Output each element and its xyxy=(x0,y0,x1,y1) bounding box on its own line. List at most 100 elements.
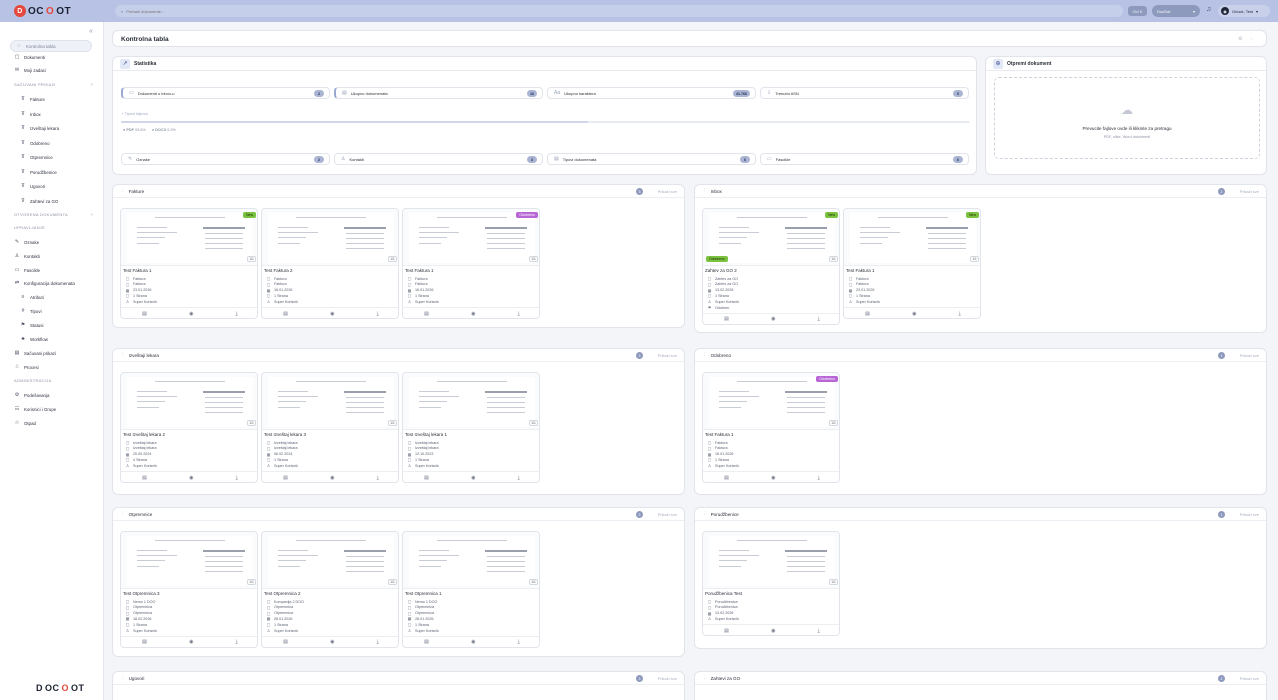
document-thumbnail[interactable]: New Odobreno 1/1 xyxy=(703,209,839,266)
document-thumbnail[interactable]: 1/1 xyxy=(262,532,398,589)
document-card[interactable]: 1/1 Test Faktura 2 ▢ Faktura ▢ Faktura ▦ 16.01.… xyxy=(261,208,399,319)
stat-row1-3[interactable]: ⇩ Trenutni ASN 0 xyxy=(760,87,969,99)
document-title[interactable]: Porudžbenica Test xyxy=(705,591,742,596)
open-details-icon[interactable]: ▤ xyxy=(424,475,429,481)
open-details-icon[interactable]: ▤ xyxy=(865,311,870,317)
document-title[interactable]: Test Faktura 1 xyxy=(405,268,434,273)
open-details-icon[interactable]: ▤ xyxy=(424,311,429,317)
download-icon[interactable]: ⤓ xyxy=(377,475,379,481)
sidebar-item-6[interactable]: ⊽ Izveštaji lekara xyxy=(0,125,104,131)
search-box[interactable]: ⌕ xyxy=(115,5,1123,17)
app-logo[interactable]: D OC O OT xyxy=(14,5,71,17)
download-icon[interactable]: ⤓ xyxy=(518,639,520,645)
sidebar-item-7[interactable]: ⊽ Odobreno xyxy=(0,140,104,146)
stat-row2-1[interactable]: ♙ Kontakti 3 xyxy=(334,153,543,165)
sidebar-item-18[interactable]: ≡ Atributi xyxy=(0,294,104,300)
drag-handle-icon[interactable]: ⋮ xyxy=(120,352,125,358)
sidebar-item-0[interactable]: ◌ Kontrolna tabla xyxy=(10,40,92,52)
sidebar-item-23[interactable]: ♧ Procesi xyxy=(0,364,104,370)
download-icon[interactable]: ⤓ xyxy=(236,475,238,481)
sidebar-item-3[interactable]: SAČUVANI PRIKAZI › xyxy=(0,82,104,88)
document-title[interactable]: Zahtev za GO 2 xyxy=(705,268,737,273)
preview-eye-icon[interactable]: ◉ xyxy=(189,639,193,645)
sidebar-item-21[interactable]: ♣ Workflow xyxy=(0,336,104,342)
open-details-icon[interactable]: ▤ xyxy=(283,475,288,481)
document-title[interactable]: Test Izveštaj lekara 2 xyxy=(123,432,165,437)
document-card[interactable]: Odobreno 1/1 Test Faktura 1 ▢ Faktura ▢ Faktur… xyxy=(402,208,540,319)
document-title[interactable]: Test Izveštaj lekara 1 xyxy=(405,432,447,437)
open-details-icon[interactable]: ▤ xyxy=(724,628,729,634)
document-card[interactable]: 1/1 Test Otpremnica 2 ▢ Kompanija 2 DOO ▢ Otp… xyxy=(261,531,399,648)
drag-handle-icon[interactable]: ⋮ xyxy=(702,352,707,358)
download-icon[interactable]: ⤓ xyxy=(959,311,961,317)
sidebar-item-14[interactable]: ✎ Oznake xyxy=(0,239,104,245)
document-card[interactable]: 1/1 Porudžbenica Test ▢ Porudžbenica ▢ Porudž… xyxy=(702,531,840,637)
document-thumbnail[interactable]: New 1/1 xyxy=(844,209,980,266)
stat-row1-2[interactable]: Aa Ukupno karaktera 41.766 xyxy=(547,87,756,99)
download-icon[interactable]: ⤓ xyxy=(818,316,820,322)
open-details-icon[interactable]: ▤ xyxy=(283,311,288,317)
document-card[interactable]: New 1/1 Test Faktura 1 ▢ Faktura ▢ Faktura ▦ 23.… xyxy=(120,208,258,319)
sidebar-item-9[interactable]: ⊽ Porudžbenice xyxy=(0,169,104,175)
sidebar-item-11[interactable]: ⊽ Zahtevi za GO xyxy=(0,198,104,204)
show-all-link[interactable]: Prikaži sve xyxy=(1240,353,1259,358)
document-title[interactable]: Test Faktura 1 xyxy=(705,432,734,437)
preview-eye-icon[interactable]: ◉ xyxy=(771,475,775,481)
download-icon[interactable]: ⤓ xyxy=(518,311,520,317)
document-card[interactable]: Odobreno 1/1 Test Faktura 1 ▢ Faktura ▢ Faktur… xyxy=(702,372,840,483)
preview-eye-icon[interactable]: ◉ xyxy=(189,475,193,481)
drag-handle-icon[interactable]: ⋮ xyxy=(702,188,707,194)
document-title[interactable]: Test Faktura 1 xyxy=(846,268,875,273)
document-title[interactable]: Test Otpremnica 2 xyxy=(264,591,301,596)
sidebar-item-15[interactable]: ♙ Kontakti xyxy=(0,253,104,259)
drag-handle-icon[interactable]: ⋮ xyxy=(120,511,125,517)
document-title[interactable]: Test Otpremnica 1 xyxy=(405,591,442,596)
drag-handle-icon[interactable]: ⋮ xyxy=(702,675,707,681)
document-card[interactable]: 1/1 Test Otpremnica 3 ▢ Nemo 1 DOO ▢ Otpremni… xyxy=(120,531,258,648)
sidebar-item-26[interactable]: ☷ Korisnici i Grupe xyxy=(0,406,104,412)
drag-handle-icon[interactable]: ⋮ xyxy=(120,675,125,681)
document-card[interactable]: 1/1 Test Otpremnica 1 ▢ Nemo 1 DOO ▢ Otpremni… xyxy=(402,531,540,648)
open-details-icon[interactable]: ▤ xyxy=(724,316,729,322)
sidebar-item-16[interactable]: ▭ Fascikle xyxy=(0,267,104,273)
open-details-icon[interactable]: ▤ xyxy=(424,639,429,645)
open-details-icon[interactable]: ▤ xyxy=(142,475,147,481)
document-thumbnail[interactable]: Odobreno 1/1 xyxy=(703,373,839,430)
download-icon[interactable]: ⤓ xyxy=(377,639,379,645)
search-input[interactable] xyxy=(126,8,1027,14)
user-menu[interactable]: ◉ Orlock, Test ▾ xyxy=(1218,5,1270,17)
open-details-icon[interactable]: ▤ xyxy=(724,475,729,481)
show-all-link[interactable]: Prikaži sve xyxy=(658,353,677,358)
document-thumbnail[interactable]: 1/1 xyxy=(703,532,839,589)
document-thumbnail[interactable]: 1/1 xyxy=(262,209,398,266)
preview-eye-icon[interactable]: ◉ xyxy=(771,628,775,634)
sidebar-item-8[interactable]: ⊽ Otpremnice xyxy=(0,154,104,160)
upload-dropzone[interactable]: ☁ Prevucite fajlove ovde ili kliknite za… xyxy=(994,77,1260,159)
document-card[interactable]: 1/1 Test Izveštaj lekara 3 ▢ Izveštaj lekar… xyxy=(261,372,399,483)
stat-row2-0[interactable]: ✎ Oznake 2 xyxy=(121,153,330,165)
stat-row1-0[interactable]: ▭ Dokumenti u inbox-u 2 xyxy=(121,87,330,99)
document-thumbnail[interactable]: 1/1 xyxy=(121,373,257,430)
document-thumbnail[interactable]: Odobreno 1/1 xyxy=(403,209,539,266)
sidebar-item-4[interactable]: ⊽ Fakture xyxy=(0,96,104,102)
sidebar-item-17[interactable]: ⇄ Konfiguracija dokumenata xyxy=(0,280,104,286)
sidebar-item-2[interactable]: ✉ Moji zadaci xyxy=(0,67,104,73)
show-all-link[interactable]: Prikaži sve xyxy=(1240,512,1259,517)
show-all-link[interactable]: Prikaži sve xyxy=(658,189,677,194)
preview-eye-icon[interactable]: ◉ xyxy=(330,311,334,317)
collapse-sidebar-icon[interactable]: « xyxy=(89,28,93,35)
show-all-link[interactable]: Prikaži sve xyxy=(1240,189,1259,194)
bell-icon[interactable]: ♫ xyxy=(1206,6,1211,13)
download-icon[interactable]: ⤓ xyxy=(236,311,238,317)
sidebar-item-1[interactable]: ▢ Dokumenti xyxy=(0,54,104,60)
preview-eye-icon[interactable]: ◉ xyxy=(330,639,334,645)
sidebar-item-10[interactable]: ⊽ Ugovori xyxy=(0,183,104,189)
gear-icon[interactable]: ⚙ xyxy=(1238,36,1242,42)
document-card[interactable]: New Odobreno 1/1 Zahtev za GO 2 ▢ Zahtev za G… xyxy=(702,208,840,325)
document-card[interactable]: 1/1 Test Izveštaj lekara 1 ▢ Izveštaj lekar… xyxy=(402,372,540,483)
preview-eye-icon[interactable]: ◉ xyxy=(771,316,775,322)
open-details-icon[interactable]: ▤ xyxy=(142,311,147,317)
document-thumbnail[interactable]: 1/1 xyxy=(121,532,257,589)
drag-handle-icon[interactable]: ⋮ xyxy=(120,188,125,194)
tenant-select[interactable]: DocDot ▾ xyxy=(1152,5,1200,17)
